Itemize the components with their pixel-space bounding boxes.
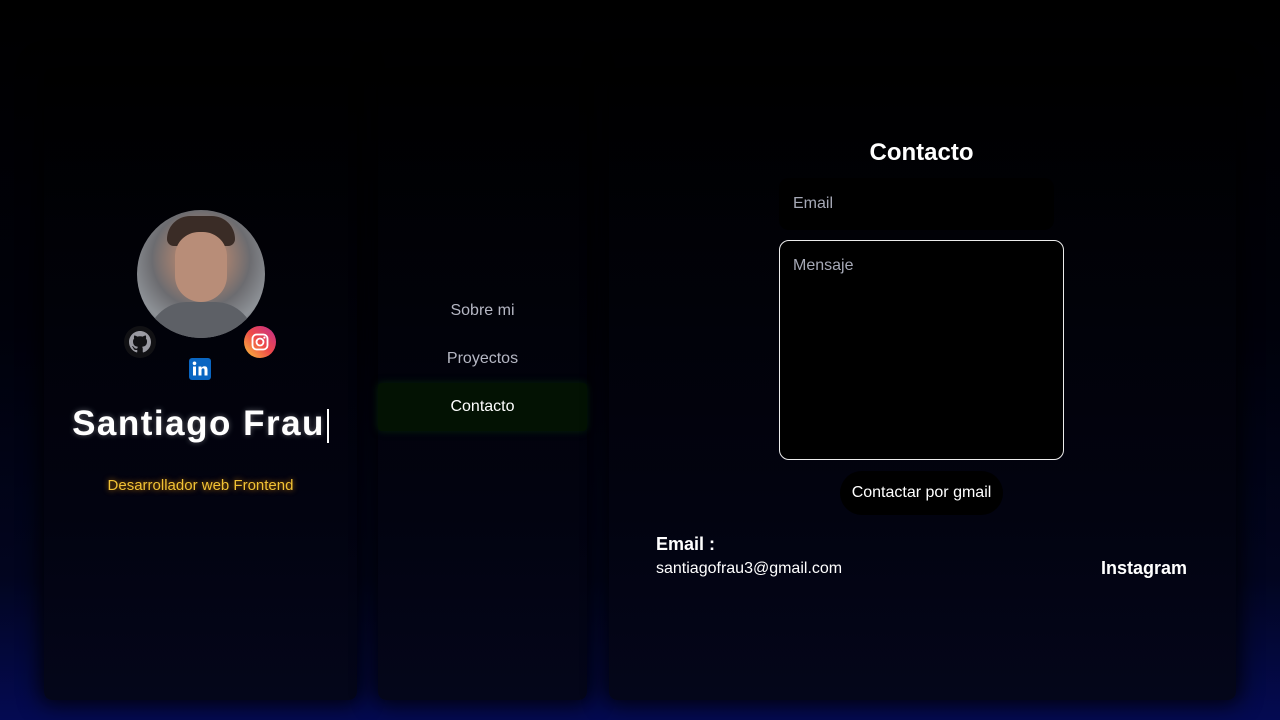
instagram-link[interactable]: Instagram — [1101, 558, 1187, 579]
instagram-icon[interactable] — [244, 326, 276, 358]
profile-panel: Santiago Frau Desarrollador web Frontend — [44, 68, 357, 700]
nav-item-proyectos[interactable]: Proyectos — [378, 335, 587, 383]
message-field[interactable] — [779, 240, 1064, 460]
profile-role: Desarrollador web Frontend — [107, 477, 294, 494]
contact-panel: Contacto Contactar por gmail Email : san… — [609, 68, 1236, 700]
email-address: santiagofrau3@gmail.com — [656, 560, 843, 577]
profile-name: Santiago Frau — [44, 404, 357, 444]
contact-gmail-button[interactable]: Contactar por gmail — [840, 471, 1003, 515]
email-field[interactable] — [779, 178, 1054, 230]
nav-item-sobre-mi[interactable]: Sobre mi — [378, 287, 587, 335]
nav-item-contacto[interactable]: Contacto — [378, 383, 587, 431]
github-icon[interactable] — [124, 326, 156, 358]
text-caret — [326, 408, 329, 443]
email-label: Email : — [656, 534, 716, 554]
linkedin-icon[interactable] — [185, 354, 215, 384]
contact-title: Contacto — [869, 139, 974, 166]
profile-name-text: Santiago Frau — [72, 404, 325, 443]
nav-panel: Sobre mi Proyectos Contacto — [378, 68, 587, 700]
profile-avatar — [137, 210, 265, 338]
